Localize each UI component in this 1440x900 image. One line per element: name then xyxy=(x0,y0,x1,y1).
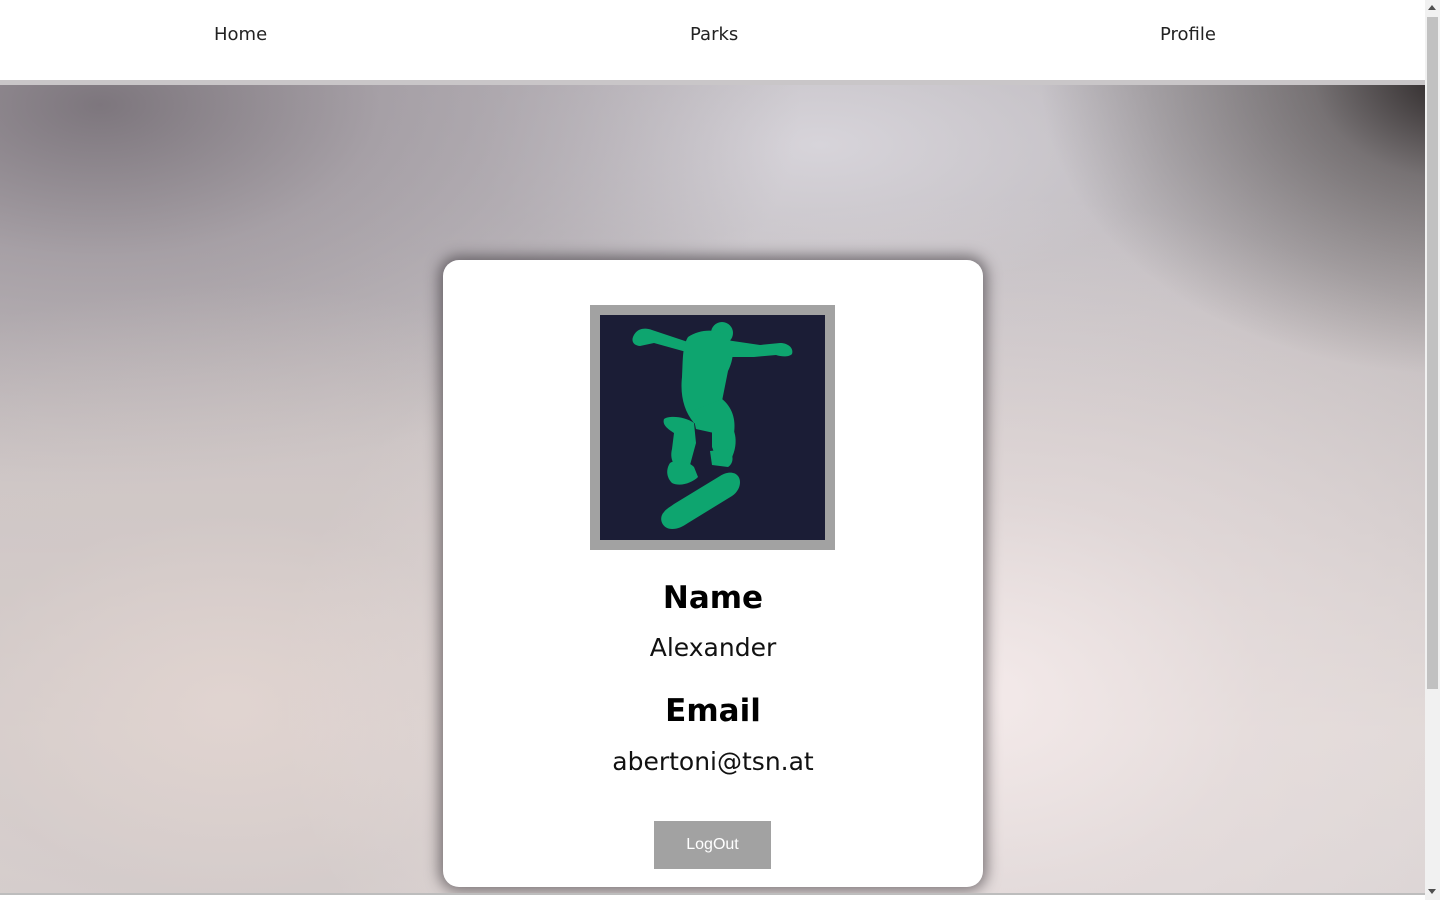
profile-card: Name Alexander Email abertoni@tsn.at Log… xyxy=(443,260,983,887)
email-label: Email xyxy=(665,693,761,729)
background-image: Name Alexander Email abertoni@tsn.at Log… xyxy=(0,85,1425,893)
logout-button[interactable]: LogOut xyxy=(654,821,771,869)
scroll-up-arrow-icon[interactable] xyxy=(1428,5,1436,10)
bottom-divider xyxy=(0,893,1425,900)
avatar xyxy=(590,305,835,550)
vertical-scrollbar[interactable] xyxy=(1425,0,1440,900)
name-value: Alexander xyxy=(649,633,777,662)
nav-home-link[interactable]: Home xyxy=(214,24,267,45)
scrollbar-thumb[interactable] xyxy=(1427,17,1438,689)
nav-parks-link[interactable]: Parks xyxy=(690,24,738,45)
skateboarder-icon xyxy=(632,322,793,529)
scroll-down-arrow-icon[interactable] xyxy=(1428,889,1436,894)
nav-profile-link[interactable]: Profile xyxy=(1160,24,1216,45)
top-navigation: Home Parks Profile xyxy=(0,0,1425,80)
name-label: Name xyxy=(662,580,764,616)
email-value: abertoni@tsn.at xyxy=(612,747,814,776)
page: Home Parks Profile Name Alexander Email … xyxy=(0,0,1440,900)
